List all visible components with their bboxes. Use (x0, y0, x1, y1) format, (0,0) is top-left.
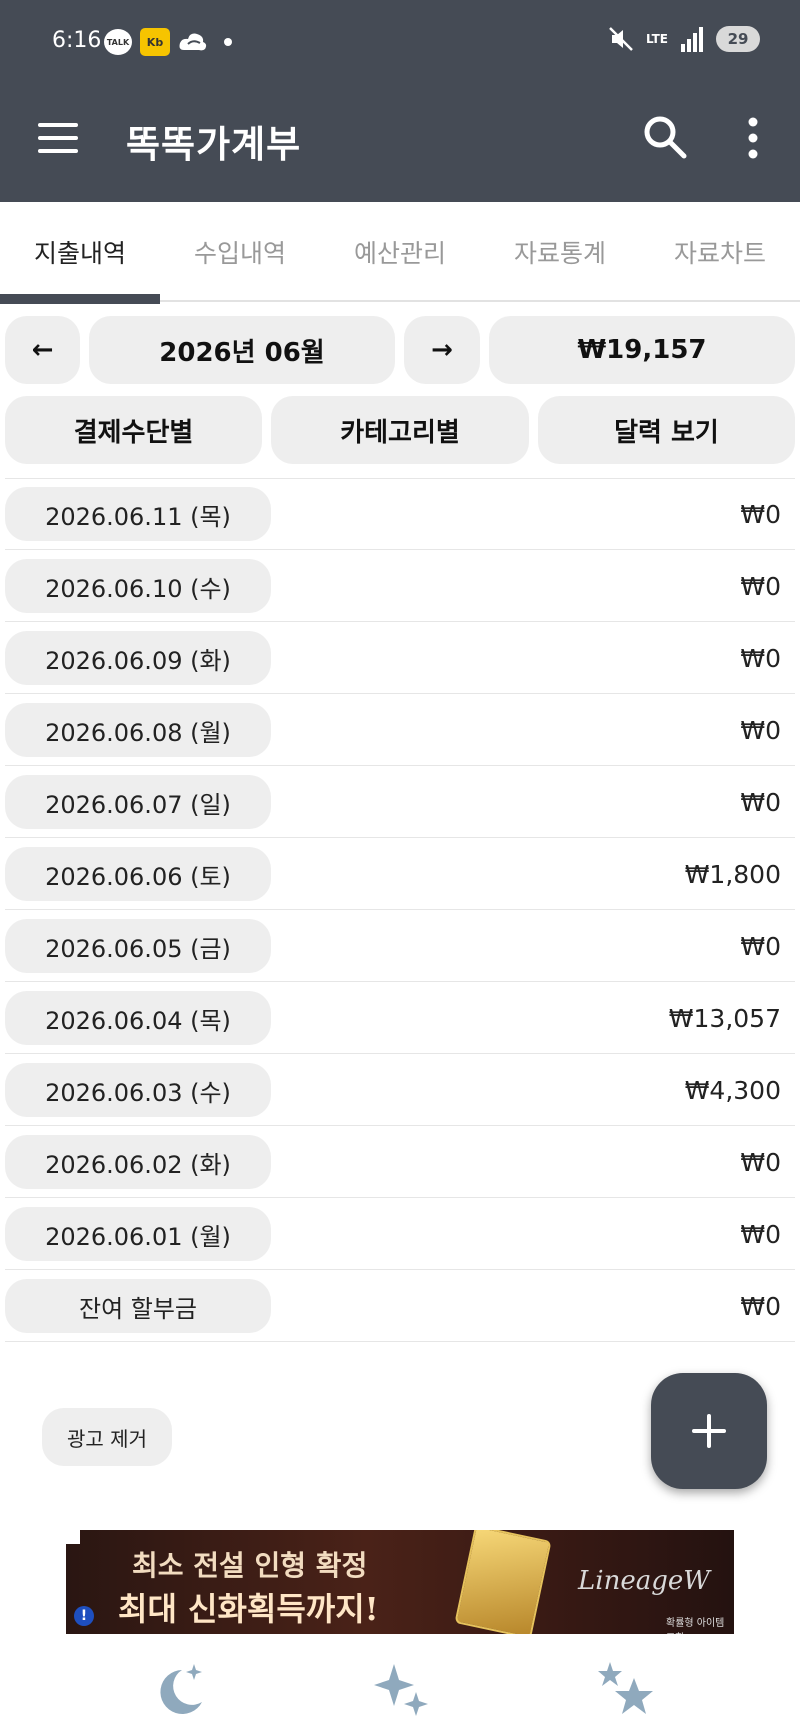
status-right: LTE 29 (608, 26, 760, 52)
list-item[interactable]: 2026.06.03 (수) ₩4,300 (5, 1054, 795, 1126)
cloud-icon (179, 33, 207, 51)
notification-icons: TALK Kb (104, 28, 232, 56)
list-item[interactable]: 2026.06.06 (토) ₩1,800 (5, 838, 795, 910)
app-bar: 똑똑가계부 (0, 90, 800, 202)
ad-corner-mark (66, 1530, 80, 1544)
list-item[interactable]: 2026.06.09 (화) ₩0 (5, 622, 795, 694)
list-item[interactable]: 2026.06.08 (월) ₩0 (5, 694, 795, 766)
date-chip[interactable]: 2026.06.08 (월) (5, 703, 271, 757)
day-amount: ₩0 (740, 571, 781, 601)
ad-subheadline: 최대 신화획득까지! (118, 1590, 379, 1628)
day-amount: ₩4,300 (684, 1075, 781, 1105)
date-chip[interactable]: 2026.06.10 (수) (5, 559, 271, 613)
list-item[interactable]: 2026.06.10 (수) ₩0 (5, 550, 795, 622)
prev-month-button[interactable]: ← (5, 316, 80, 384)
date-chip[interactable]: 2026.06.06 (토) (5, 847, 271, 901)
next-month-button[interactable]: → (404, 316, 480, 384)
list-item[interactable]: 2026.06.11 (목) ₩0 (5, 478, 795, 550)
list-item[interactable]: 2026.06.02 (화) ₩0 (5, 1126, 795, 1198)
ad-logo: LineageW (578, 1566, 710, 1596)
search-icon[interactable] (642, 114, 688, 160)
day-amount: ₩1,800 (684, 859, 781, 889)
ad-info-icon[interactable]: ! (74, 1606, 94, 1626)
ad-banner[interactable]: 최소 전설 인형 확정 최대 신화획득까지! LineageW 확률형 아이템 … (66, 1530, 734, 1634)
day-amount: ₩13,057 (668, 1003, 781, 1033)
list-item[interactable]: 2026.06.07 (일) ₩0 (5, 766, 795, 838)
status-bar: 6:16 TALK Kb LTE 29 (0, 0, 800, 90)
list-item[interactable]: 2026.06.05 (금) ₩0 (5, 910, 795, 982)
bottom-nav (0, 1650, 800, 1734)
date-chip[interactable]: 2026.06.09 (화) (5, 631, 271, 685)
day-amount: ₩0 (740, 643, 781, 673)
list-item[interactable]: 2026.06.01 (월) ₩0 (5, 1198, 795, 1270)
day-amount: ₩0 (740, 787, 781, 817)
by-payment-method-button[interactable]: 결제수단별 (5, 396, 262, 464)
tab-budget[interactable]: 예산관리 (320, 202, 480, 302)
more-notifications-dot (224, 38, 232, 46)
day-amount: ₩0 (740, 931, 781, 961)
kakaotalk-icon: TALK (104, 29, 132, 55)
day-amount: ₩0 (740, 499, 781, 529)
date-chip[interactable]: 2026.06.04 (목) (5, 991, 271, 1045)
tab-charts[interactable]: 자료차트 (640, 202, 800, 302)
remove-ads-button[interactable]: 광고 제거 (42, 1408, 172, 1466)
add-expense-fab[interactable] (651, 1373, 767, 1489)
calendar-view-button[interactable]: 달력 보기 (538, 396, 795, 464)
day-amount: ₩0 (740, 715, 781, 745)
ad-headline: 최소 전설 인형 확정 (132, 1549, 368, 1582)
date-chip[interactable]: 2026.06.03 (수) (5, 1063, 271, 1117)
month-selector[interactable]: 2026년 06월 (89, 316, 395, 384)
tab-income[interactable]: 수입내역 (160, 202, 320, 302)
installments-chip[interactable]: 잔여 할부금 (5, 1279, 271, 1333)
date-chip[interactable]: 2026.06.01 (월) (5, 1207, 271, 1261)
day-amount: ₩0 (740, 1219, 781, 1249)
list-item[interactable]: 2026.06.04 (목) ₩13,057 (5, 982, 795, 1054)
mute-icon (609, 27, 633, 51)
tab-statistics[interactable]: 자료통계 (480, 202, 640, 302)
date-chip[interactable]: 2026.06.11 (목) (5, 487, 271, 541)
date-chip[interactable]: 2026.06.07 (일) (5, 775, 271, 829)
battery-indicator: 29 (716, 26, 760, 52)
tab-expenses[interactable]: 지출내역 (0, 202, 160, 304)
signal-icon (681, 27, 703, 52)
sparkle-icon[interactable] (370, 1658, 434, 1722)
date-chip[interactable]: 2026.06.05 (금) (5, 919, 271, 973)
month-total[interactable]: ₩19,157 (489, 316, 795, 384)
ad-card-image (454, 1530, 552, 1634)
menu-icon[interactable] (38, 120, 78, 156)
tab-bar: 지출내역 수입내역 예산관리 자료통계 자료차트 (0, 202, 800, 304)
moon-icon[interactable] (148, 1658, 212, 1722)
plus-icon (692, 1414, 726, 1448)
list-item-installments[interactable]: 잔여 할부금 ₩0 (5, 1270, 795, 1342)
app-title: 똑똑가계부 (126, 123, 302, 166)
more-vert-icon[interactable] (740, 116, 766, 160)
installments-amount: ₩0 (740, 1291, 781, 1321)
stars-icon[interactable] (594, 1658, 658, 1722)
status-time: 6:16 (52, 28, 102, 53)
kb-bank-icon: Kb (140, 28, 170, 56)
daily-expense-list: 2026.06.11 (목) ₩0 2026.06.10 (수) ₩0 2026.0… (0, 478, 800, 1342)
lte-indicator: LTE (645, 32, 668, 46)
day-amount: ₩0 (740, 1147, 781, 1177)
ad-disclaimer: 확률형 아이템 포함 (666, 1618, 725, 1634)
by-category-button[interactable]: 카테고리별 (271, 396, 529, 464)
date-chip[interactable]: 2026.06.02 (화) (5, 1135, 271, 1189)
